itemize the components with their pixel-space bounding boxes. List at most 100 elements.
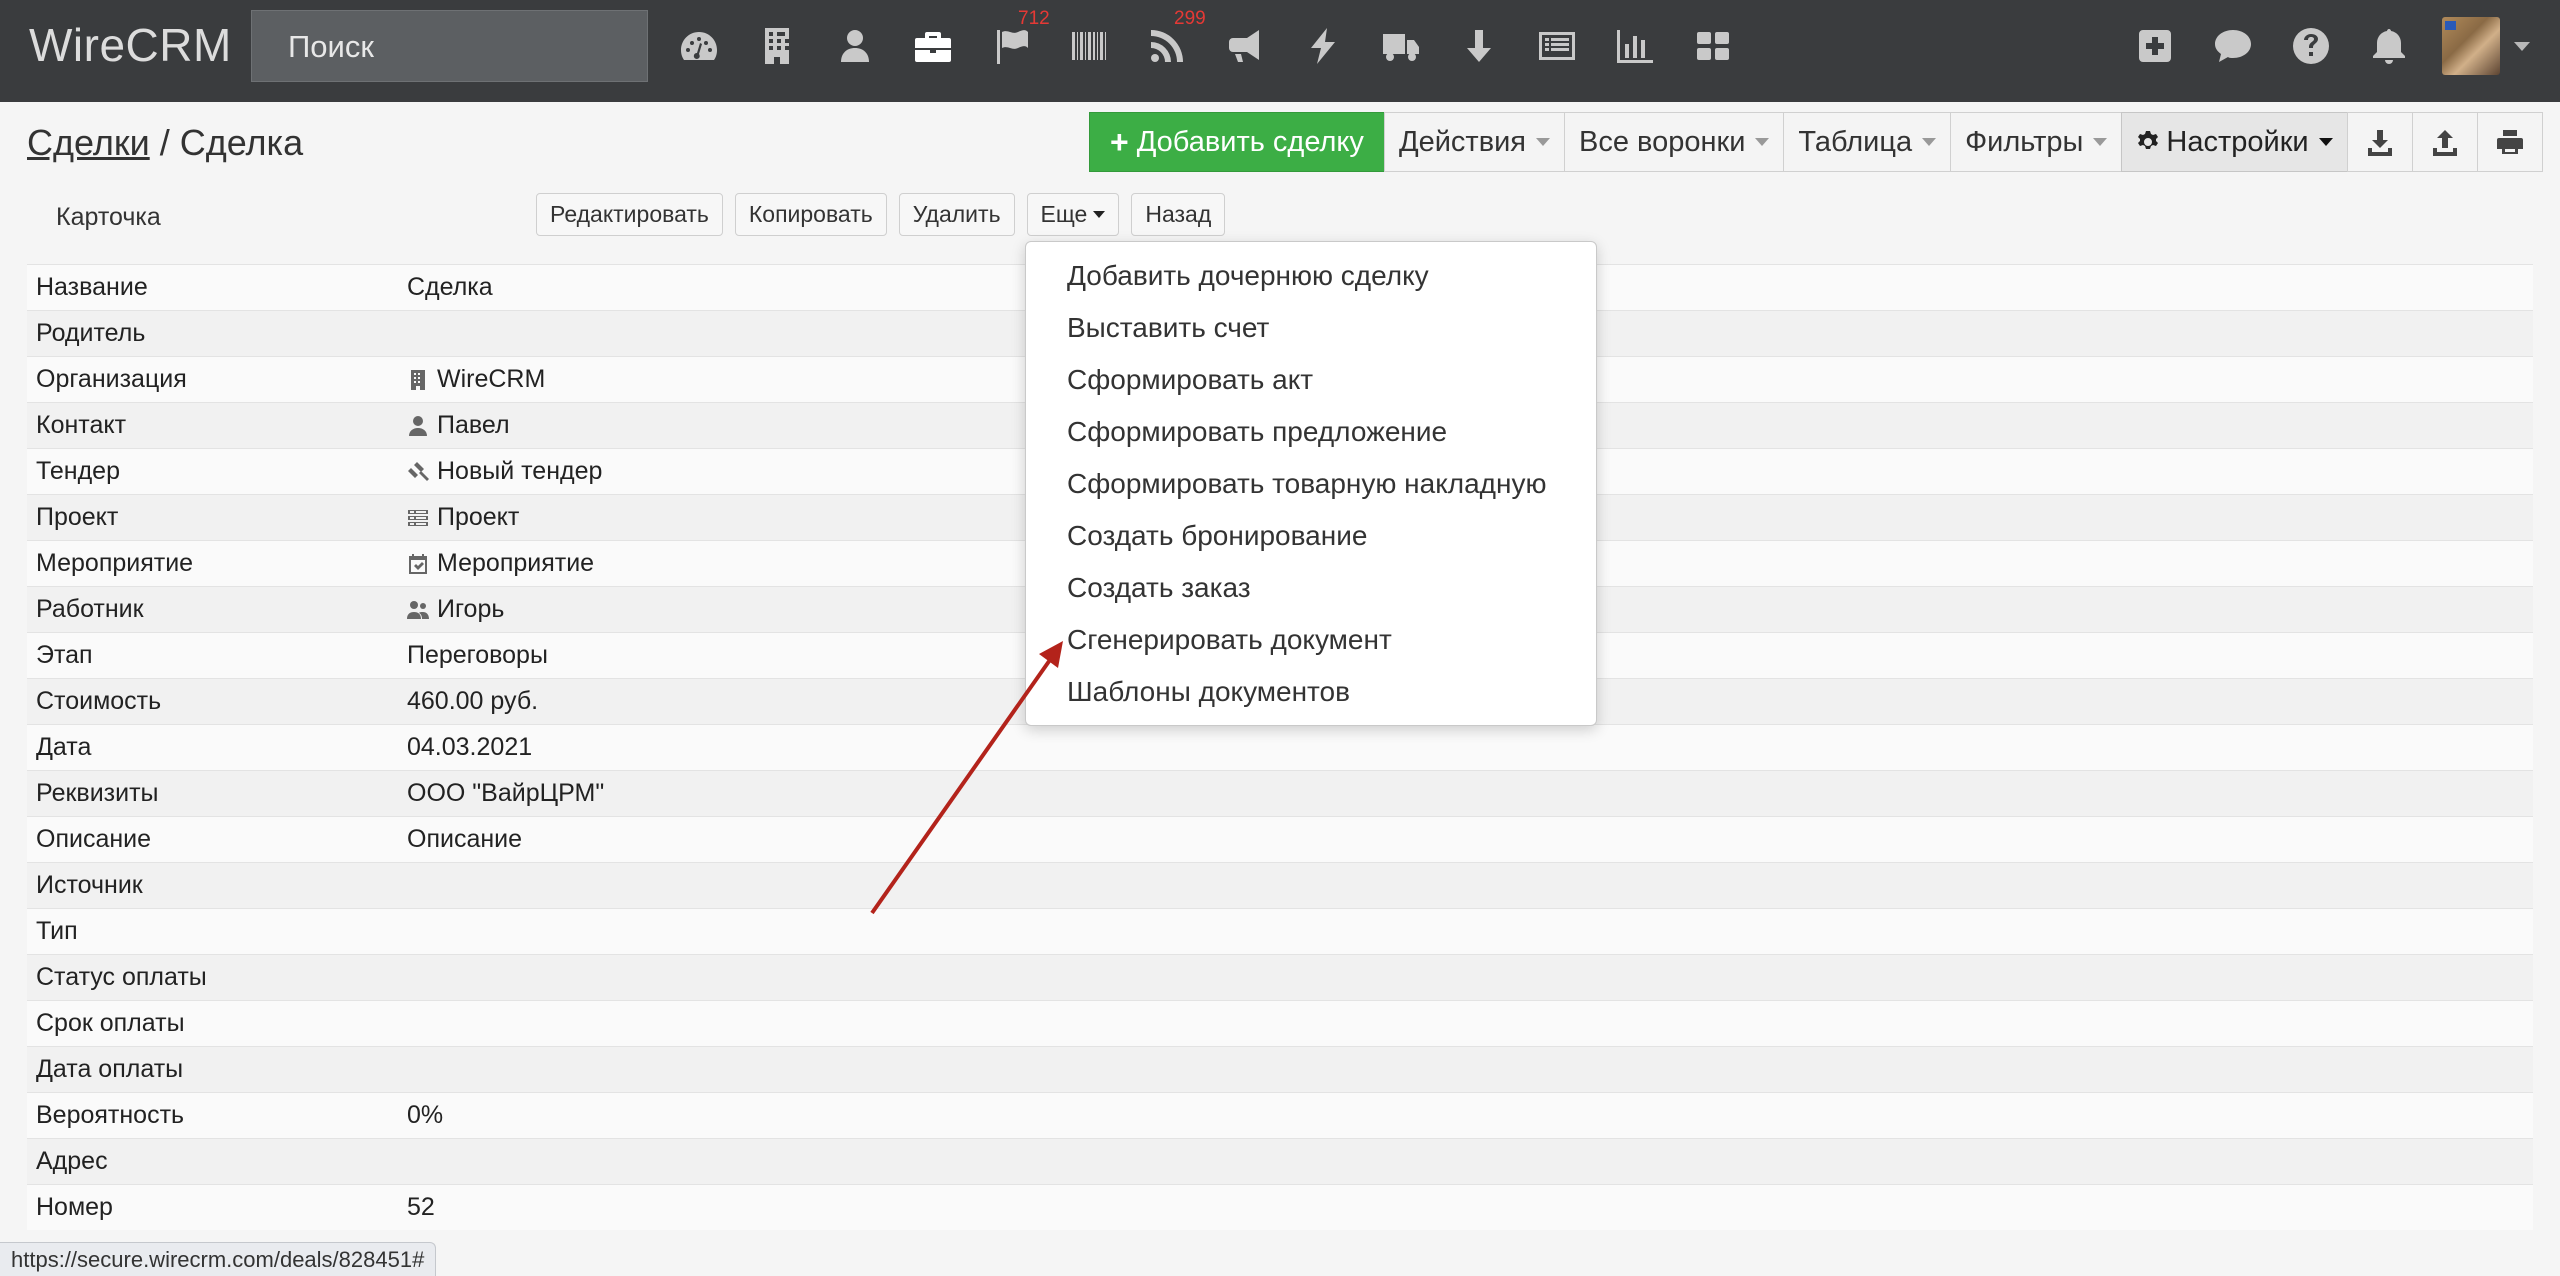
building-icon — [411, 369, 425, 390]
upload-button[interactable] — [2411, 112, 2478, 172]
dashboard-icon[interactable] — [660, 0, 738, 92]
field-value[interactable]: Новый тендер — [407, 457, 602, 486]
table-row: Срок оплаты — [27, 1000, 2533, 1046]
field-label: Проект — [36, 503, 119, 531]
menu-item[interactable]: Сформировать товарную накладную — [1026, 458, 1596, 510]
app-logo[interactable]: WireCRM — [29, 18, 232, 72]
field-value: 52 — [407, 1193, 435, 1222]
page-title: Сделка — [179, 122, 304, 163]
caret-down-icon — [1755, 138, 1770, 146]
add-deal-label: Добавить сделку — [1136, 125, 1364, 158]
field-label: Название — [36, 273, 148, 301]
upload-icon — [2432, 130, 2457, 156]
field-value-text: 460.00 руб. — [407, 687, 539, 715]
filters-dropdown[interactable]: Фильтры — [1950, 112, 2123, 172]
menu-item[interactable]: Сгенерировать документ — [1026, 614, 1596, 666]
field-label: Тендер — [36, 457, 120, 485]
plus-square-icon[interactable] — [2116, 0, 2194, 92]
field-value-text: 04.03.2021 — [407, 733, 533, 761]
gavel-icon — [408, 461, 429, 481]
field-label: Контакт — [36, 411, 127, 439]
module-nav: 712 299 — [660, 0, 1752, 92]
search-input[interactable]: Поиск — [251, 10, 648, 82]
tasks-icon — [408, 509, 428, 526]
bolt-icon[interactable] — [1284, 0, 1362, 92]
copy-button[interactable]: Копировать — [734, 193, 887, 236]
field-label: Источник — [36, 871, 143, 899]
menu-item[interactable]: Создать бронирование — [1026, 510, 1596, 562]
table-row: Адрес — [27, 1138, 2533, 1184]
arrow-down-icon[interactable] — [1440, 0, 1518, 92]
menu-item[interactable]: Сформировать акт — [1026, 354, 1596, 406]
field-value[interactable]: Павел — [407, 411, 510, 440]
field-value[interactable]: Мероприятие — [407, 549, 594, 578]
chevron-down-icon[interactable] — [2514, 41, 2530, 51]
gear-icon — [2138, 131, 2159, 149]
field-value: Описание — [407, 825, 522, 854]
user-icon[interactable] — [816, 0, 894, 92]
delete-button[interactable]: Удалить — [898, 193, 1015, 236]
menu-item[interactable]: Выставить счет — [1026, 302, 1596, 354]
field-value[interactable]: Проект — [407, 503, 519, 532]
users-icon — [407, 600, 429, 619]
avatar[interactable] — [2442, 17, 2500, 75]
caret-down-icon — [2093, 138, 2108, 146]
back-button[interactable]: Назад — [1131, 193, 1226, 236]
truck-icon[interactable] — [1362, 0, 1440, 92]
menu-item[interactable]: Сформировать предложение — [1026, 406, 1596, 458]
field-value[interactable]: Игорь — [407, 595, 504, 624]
funnels-label: Все воронки — [1579, 125, 1746, 158]
table-row: Реквизиты ООО "ВайрЦРМ" — [27, 770, 2533, 816]
field-value-text: Описание — [407, 825, 523, 853]
field-label: Мероприятие — [36, 549, 194, 577]
table-row: Номер 52 — [27, 1184, 2533, 1230]
comment-icon[interactable] — [2194, 0, 2272, 92]
field-value-text: Павел — [437, 411, 510, 439]
field-value-text: 0% — [407, 1101, 444, 1129]
field-label: Статус оплаты — [36, 963, 207, 991]
field-label: Вероятность — [36, 1101, 185, 1129]
print-icon — [2496, 130, 2523, 154]
user-menu-area — [2116, 0, 2530, 92]
table-row: Дата оплаты — [27, 1046, 2533, 1092]
download-button[interactable] — [2346, 112, 2413, 172]
grid-icon[interactable] — [1674, 0, 1752, 92]
more-dropdown-button[interactable]: Еще — [1026, 193, 1120, 236]
list-icon[interactable] — [1518, 0, 1596, 92]
view-table-dropdown[interactable]: Таблица — [1783, 112, 1952, 172]
building-icon[interactable] — [738, 0, 816, 92]
flag-badge: 712 — [1018, 8, 1050, 29]
menu-item[interactable]: Шаблоны документов — [1026, 666, 1596, 718]
field-label: Стоимость — [36, 687, 162, 715]
bar-chart-icon[interactable] — [1596, 0, 1674, 92]
print-button[interactable] — [2476, 112, 2543, 172]
field-value: Переговоры — [407, 641, 548, 670]
calendar-check-icon — [409, 553, 427, 574]
barcode-icon[interactable] — [1050, 0, 1128, 92]
field-label: Тип — [36, 917, 78, 945]
briefcase-icon[interactable] — [894, 0, 972, 92]
help-icon[interactable] — [2272, 0, 2350, 92]
menu-item[interactable]: Создать заказ — [1026, 562, 1596, 614]
bell-icon[interactable] — [2350, 0, 2428, 92]
field-value[interactable]: WireCRM — [407, 365, 545, 394]
caret-down-icon — [1536, 138, 1550, 146]
breadcrumb-deals-link[interactable]: Сделки — [27, 122, 150, 163]
menu-item[interactable]: Добавить дочернюю сделку — [1026, 250, 1596, 302]
table-row: Вероятность 0% — [27, 1092, 2533, 1138]
field-value-text: Игорь — [437, 595, 505, 623]
actions-dropdown[interactable]: Действия — [1383, 112, 1565, 172]
field-value-text: Новый тендер — [437, 457, 603, 485]
megaphone-icon[interactable] — [1206, 0, 1284, 92]
edit-button[interactable]: Редактировать — [536, 193, 723, 236]
tab-card[interactable]: Карточка — [56, 203, 161, 232]
flag-icon[interactable]: 712 — [972, 0, 1050, 92]
field-value-text: 52 — [407, 1193, 435, 1221]
field-label: Адрес — [36, 1147, 108, 1175]
rss-icon[interactable]: 299 — [1128, 0, 1206, 92]
settings-dropdown[interactable]: Настройки — [2121, 112, 2348, 172]
funnels-dropdown[interactable]: Все воронки — [1564, 112, 1785, 172]
add-deal-button[interactable]: + Добавить сделку — [1089, 112, 1385, 172]
user-icon — [409, 415, 427, 436]
field-value-text: WireCRM — [437, 365, 546, 393]
